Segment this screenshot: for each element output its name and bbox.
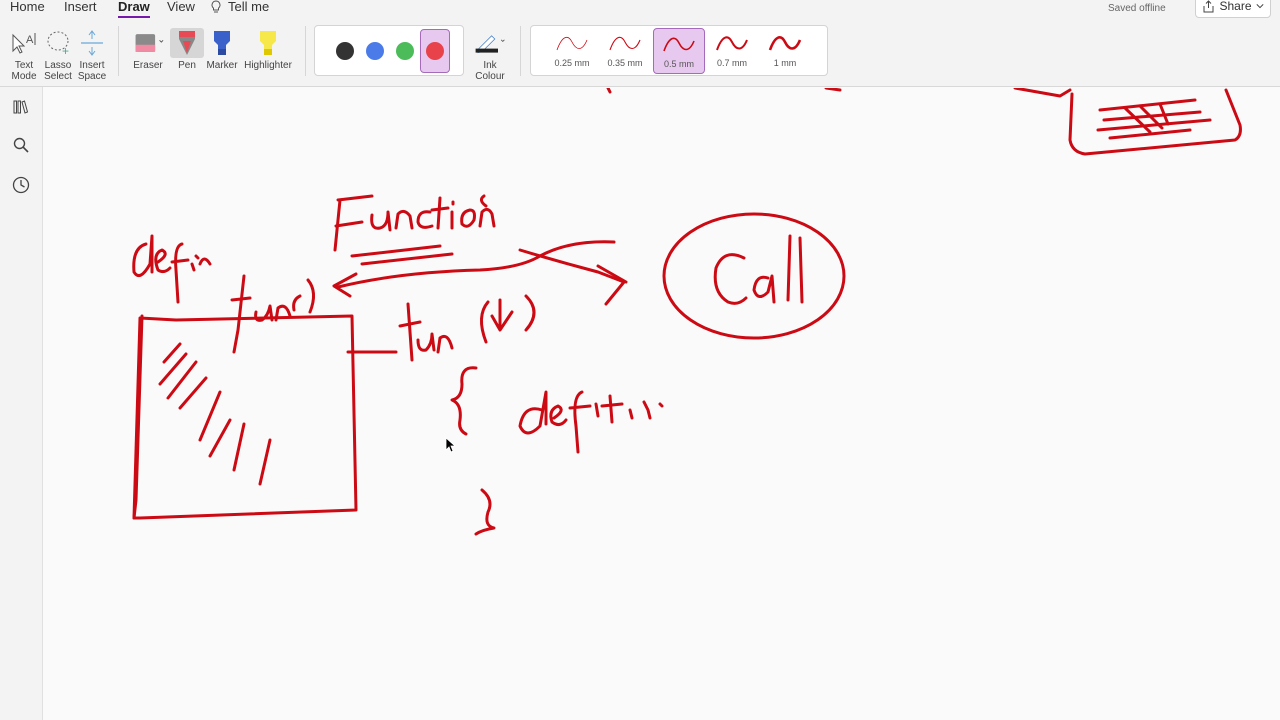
- thickness-label: 0.7 mm: [716, 58, 747, 68]
- share-button[interactable]: Share: [1195, 0, 1271, 18]
- ink-colour-label: Ink Colour: [475, 60, 505, 82]
- thickness-option[interactable]: 0.25 mm: [546, 28, 598, 74]
- svg-text:+: +: [62, 44, 69, 57]
- stroke-sample-icon: [556, 36, 588, 51]
- color-swatch-red[interactable]: [426, 42, 444, 60]
- ribbon-tabs: Home Insert Draw View Tell me: [0, 0, 1280, 18]
- thickness-option[interactable]: 1 mm: [759, 28, 811, 74]
- color-swatch-black[interactable]: [336, 42, 354, 60]
- share-label: Share: [1219, 0, 1252, 13]
- highlighter-button[interactable]: Highlighter: [240, 28, 296, 71]
- tell-me-box[interactable]: Tell me: [210, 0, 269, 14]
- thickness-label: 0.5 mm: [663, 59, 694, 69]
- thickness-option[interactable]: 0.35 mm: [599, 28, 651, 74]
- ink-colour-icon: [475, 35, 505, 54]
- chevron-down-icon: [1255, 4, 1264, 9]
- thickness-option[interactable]: 0.7 mm: [706, 28, 758, 74]
- marker-icon: [214, 31, 230, 55]
- marker-label: Marker: [206, 60, 238, 71]
- share-icon: [1203, 0, 1214, 12]
- lightbulb-icon: [211, 0, 221, 13]
- tell-me-label: Tell me: [228, 0, 270, 14]
- tab-insert[interactable]: Insert: [64, 0, 97, 14]
- thickness-label: 0.35 mm: [607, 58, 643, 68]
- recent-icon[interactable]: [11, 175, 31, 195]
- thickness-label: 1 mm: [773, 58, 797, 68]
- eraser-label: Eraser: [133, 60, 163, 71]
- thickness-palette: 0.25 mm 0.35 mm 0.5 mm 0.7 mm 1 mm: [530, 25, 828, 76]
- text-mode-label: Text Mode: [11, 60, 37, 82]
- svg-text:A: A: [26, 34, 34, 46]
- onenote-window: Home Insert Draw View Tell me Saved offl…: [0, 0, 1280, 720]
- pen-label: Pen: [178, 60, 196, 71]
- lasso-select-label: Lasso Select: [44, 60, 72, 82]
- thickness-label: 0.25 mm: [554, 58, 590, 68]
- tab-view[interactable]: View: [167, 0, 195, 14]
- note-canvas[interactable]: [44, 88, 1280, 720]
- ink-drawing[interactable]: [44, 88, 1280, 720]
- stroke-sample-icon: [663, 37, 695, 52]
- stroke-sample-icon: [716, 36, 748, 51]
- eraser-icon: [135, 34, 164, 52]
- tab-draw[interactable]: Draw: [118, 0, 150, 18]
- stroke-sample-icon: [609, 36, 641, 51]
- insert-space-button[interactable]: Insert Space: [76, 28, 108, 82]
- tab-home[interactable]: Home: [10, 0, 45, 14]
- insert-space-icon: [81, 30, 103, 56]
- mouse-cursor: [445, 437, 457, 453]
- thickness-option-selected[interactable]: 0.5 mm: [653, 28, 705, 74]
- search-icon[interactable]: [11, 135, 31, 155]
- text-mode-button[interactable]: A Text Mode: [8, 28, 40, 82]
- color-palette: [314, 25, 464, 76]
- ink-colour-button[interactable]: Ink Colour: [468, 28, 512, 82]
- eraser-button[interactable]: Eraser: [128, 28, 168, 71]
- lasso-select-button[interactable]: + Lasso Select: [42, 28, 74, 82]
- ribbon: Home Insert Draw View Tell me Saved offl…: [0, 0, 1280, 87]
- lasso-icon: +: [47, 31, 69, 57]
- pen-button[interactable]: Pen: [170, 28, 204, 71]
- highlighter-icon: [260, 31, 276, 55]
- stroke-sample-icon: [768, 36, 802, 51]
- insert-space-label: Insert Space: [77, 60, 107, 82]
- color-swatch-green[interactable]: [396, 42, 414, 60]
- text-mode-icon: A: [12, 33, 36, 54]
- pen-icon: [179, 31, 195, 55]
- left-navigation: [0, 87, 43, 720]
- save-status: Saved offline: [1108, 3, 1166, 14]
- highlighter-label: Highlighter: [244, 60, 292, 71]
- color-swatch-blue[interactable]: [366, 42, 384, 60]
- marker-button[interactable]: Marker: [206, 28, 238, 71]
- notebooks-icon[interactable]: [11, 97, 31, 117]
